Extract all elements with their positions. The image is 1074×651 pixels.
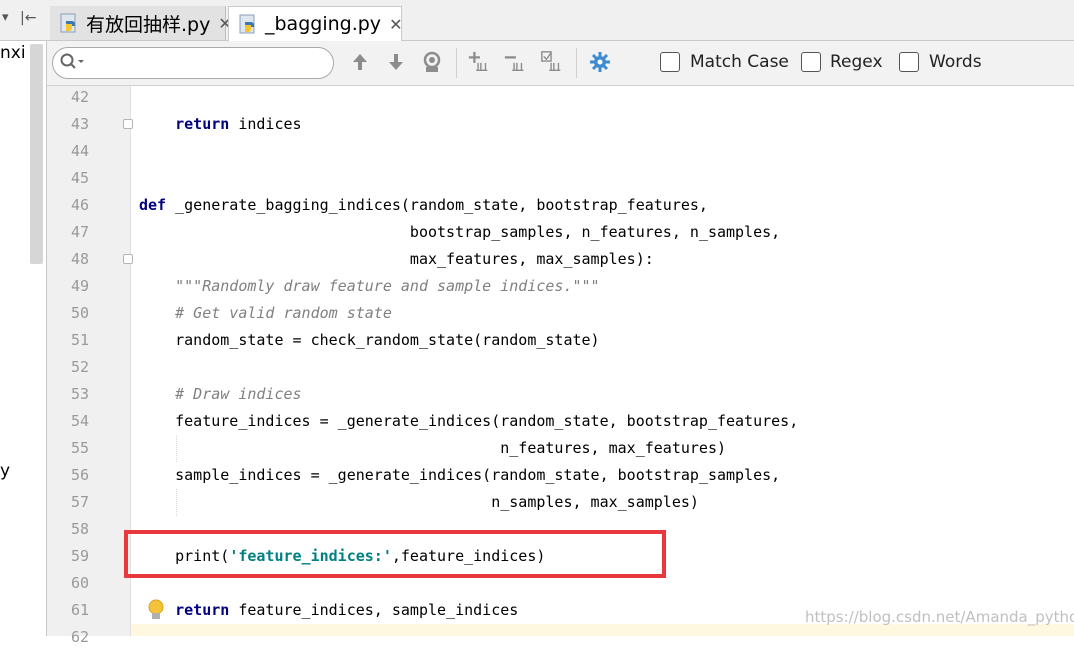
keyword-token: def: [139, 196, 167, 214]
code-token: random_state = check_random_state(random…: [139, 331, 600, 349]
code-line[interactable]: sample_indices = _generate_indices(rando…: [139, 462, 780, 489]
project-tree-fragment[interactable]: nxi: [0, 43, 26, 63]
words-label[interactable]: Words: [929, 52, 982, 72]
arrow-down-icon[interactable]: [384, 50, 408, 74]
words-checkbox[interactable]: [899, 52, 919, 72]
match-case-checkbox[interactable]: [660, 52, 680, 72]
line-number: 44: [70, 142, 89, 160]
arrow-up-icon[interactable]: [348, 50, 372, 74]
line-number: 57: [70, 493, 89, 511]
line-number: 48: [70, 250, 89, 268]
search-input-wrapper[interactable]: [52, 47, 334, 79]
line-number: 58: [70, 520, 89, 538]
tab-label: _bagging.py: [265, 13, 382, 35]
code-token: indices: [229, 115, 302, 133]
fold-marker-icon[interactable]: [123, 254, 133, 264]
project-scrollbar-thumb[interactable]: [30, 44, 43, 264]
comment-token: # Get valid random state: [175, 304, 392, 322]
search-icon[interactable]: [59, 52, 85, 76]
code-line[interactable]: max_features, max_samples):: [139, 246, 654, 273]
keyword-token: return: [175, 601, 230, 619]
keyword-token: return: [175, 115, 230, 133]
code-line[interactable]: n_samples, max_samples): [139, 489, 699, 516]
line-number: 61: [70, 601, 89, 619]
python-file-icon: [58, 12, 80, 34]
python-file-icon: [237, 13, 259, 35]
line-number: 60: [70, 574, 89, 592]
code-line[interactable]: return feature_indices, sample_indices: [139, 597, 518, 624]
comment-token: """Randomly draw feature and sample indi…: [175, 277, 600, 295]
line-number: 43: [70, 115, 89, 133]
pin-icon[interactable]: |←: [20, 10, 36, 26]
line-number: 49: [70, 277, 89, 295]
indent-guide: [176, 435, 178, 462]
code-line[interactable]: return indices: [139, 111, 302, 138]
code-line[interactable]: def _generate_bagging_indices(random_sta…: [139, 192, 708, 219]
line-number: 53: [70, 385, 89, 403]
code-token: sample_indices = _generate_indices(rando…: [139, 466, 781, 484]
settings-gear-icon[interactable]: [588, 50, 612, 74]
code-token: feature_indices, sample_indices: [229, 601, 519, 619]
lightbulb-icon[interactable]: [146, 598, 166, 626]
project-tree-fragment[interactable]: y: [0, 461, 10, 481]
line-number: 50: [70, 304, 89, 322]
code-line[interactable]: feature_indices = _generate_indices(rand…: [139, 408, 798, 435]
line-number: 47: [70, 223, 89, 241]
code-token: n_features, max_features): [139, 439, 726, 457]
fold-marker-icon[interactable]: [123, 119, 133, 129]
regex-checkbox[interactable]: [801, 52, 821, 72]
red-highlight-box: [124, 530, 666, 578]
match-case-label[interactable]: Match Case: [690, 52, 789, 72]
remove-occurrence-icon[interactable]: [503, 50, 527, 74]
code-line[interactable]: random_state = check_random_state(random…: [139, 327, 600, 354]
code-line[interactable]: bootstrap_samples, n_features, n_samples…: [139, 219, 780, 246]
comment-token: # Draw indices: [175, 385, 302, 403]
select-all-occurrences-icon[interactable]: [540, 50, 564, 74]
line-number: 62: [70, 628, 89, 646]
code-line[interactable]: """Randomly draw feature and sample indi…: [139, 273, 600, 300]
code-line[interactable]: n_features, max_features): [139, 435, 726, 462]
line-number: 51: [70, 331, 89, 349]
code-line[interactable]: # Draw indices: [139, 381, 302, 408]
code-token: n_samples, max_samples): [139, 493, 699, 511]
tab-menu-arrow-icon[interactable]: ▾: [2, 10, 9, 25]
code-token: feature_indices = _generate_indices(rand…: [139, 412, 799, 430]
line-number: 42: [70, 88, 89, 106]
tab-youfanghui-chouyang[interactable]: 有放回抽样.py ✕: [50, 6, 232, 40]
indent-guide: [176, 489, 178, 516]
line-number: 46: [70, 196, 89, 214]
line-number: 56: [70, 466, 89, 484]
code-token: _generate_bagging_indices(random_state, …: [166, 196, 708, 214]
find-all-icon[interactable]: [420, 50, 444, 74]
line-number: 52: [70, 358, 89, 376]
tab-label: 有放回抽样.py: [86, 13, 211, 36]
code-token: max_features, max_samples):: [139, 250, 654, 268]
watermark: https://blog.csdn.net/Amanda_python: [805, 608, 1074, 626]
code-line[interactable]: # Get valid random state: [139, 300, 392, 327]
regex-label[interactable]: Regex: [830, 52, 883, 72]
line-number: 45: [70, 169, 89, 187]
line-number: 59: [70, 547, 89, 565]
search-input[interactable]: [89, 52, 325, 74]
toolbar-separator: [576, 48, 577, 78]
line-number: 54: [70, 412, 89, 430]
code-token: bootstrap_samples, n_features, n_samples…: [139, 223, 781, 241]
close-icon[interactable]: ✕: [389, 15, 402, 34]
add-occurrence-icon[interactable]: [467, 50, 491, 74]
toolbar-separator: [456, 48, 457, 78]
tab-bagging[interactable]: _bagging.py ✕: [228, 6, 402, 41]
line-number: 55: [70, 439, 89, 457]
